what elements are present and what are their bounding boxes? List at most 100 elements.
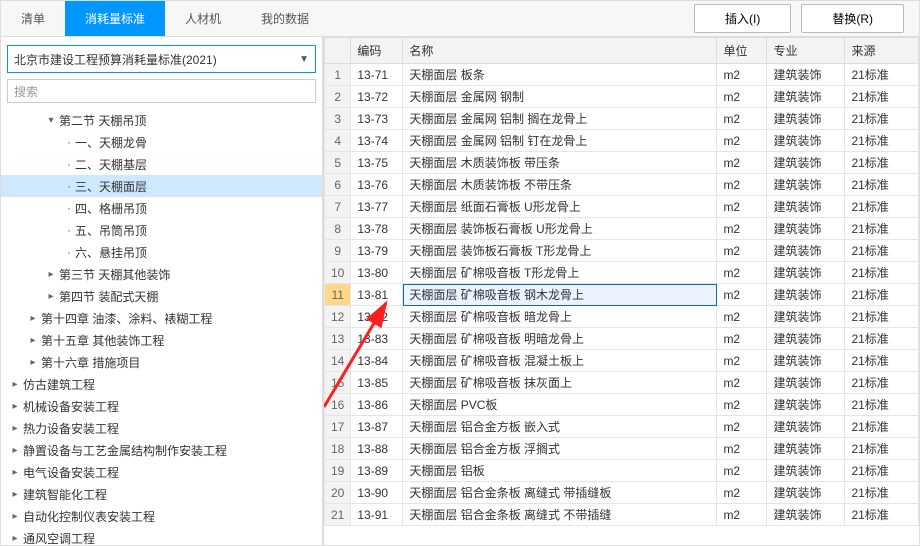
tree-node[interactable]: ▸通风空调工程 (1, 527, 322, 545)
code-cell[interactable]: 13-85 (351, 372, 403, 394)
col-major[interactable]: 专业 (767, 38, 845, 64)
code-cell[interactable]: 13-88 (351, 438, 403, 460)
expand-icon[interactable]: ▸ (27, 357, 39, 368)
tree-node[interactable]: ·一、天棚龙骨 (1, 131, 322, 153)
rownum-cell[interactable]: 2 (325, 86, 351, 108)
name-cell[interactable]: 天棚面层 矿棉吸音板 混凝土板上 (403, 350, 717, 372)
code-cell[interactable]: 13-76 (351, 174, 403, 196)
major-cell[interactable]: 建筑装饰 (767, 130, 845, 152)
code-cell[interactable]: 13-83 (351, 328, 403, 350)
code-cell[interactable]: 13-86 (351, 394, 403, 416)
major-cell[interactable]: 建筑装饰 (767, 372, 845, 394)
major-cell[interactable]: 建筑装饰 (767, 196, 845, 218)
source-cell[interactable]: 21标准 (845, 152, 919, 174)
tree-node[interactable]: ▸静置设备与工艺金属结构制作安装工程 (1, 439, 322, 461)
expand-icon[interactable]: ▸ (9, 445, 21, 456)
tree-node[interactable]: ▾第二节 天棚吊顶 (1, 109, 322, 131)
tree-node[interactable]: ▸电气设备安装工程 (1, 461, 322, 483)
code-cell[interactable]: 13-91 (351, 504, 403, 526)
tree-node[interactable]: ·六、悬挂吊顶 (1, 241, 322, 263)
source-cell[interactable]: 21标准 (845, 64, 919, 86)
expand-icon[interactable]: ▸ (9, 401, 21, 412)
source-cell[interactable]: 21标准 (845, 240, 919, 262)
name-cell[interactable]: 天棚面层 矿棉吸音板 明暗龙骨上 (403, 328, 717, 350)
rownum-cell[interactable]: 20 (325, 482, 351, 504)
unit-cell[interactable]: m2 (717, 108, 767, 130)
table-row[interactable]: 1013-80天棚面层 矿棉吸音板 T形龙骨上m2建筑装饰21标准 (325, 262, 919, 284)
table-row[interactable]: 713-77天棚面层 纸面石膏板 U形龙骨上m2建筑装饰21标准 (325, 196, 919, 218)
tab-消耗量标准[interactable]: 消耗量标准 (65, 1, 165, 36)
code-cell[interactable]: 13-84 (351, 350, 403, 372)
major-cell[interactable]: 建筑装饰 (767, 416, 845, 438)
code-cell[interactable]: 13-72 (351, 86, 403, 108)
name-cell[interactable]: 天棚面层 板条 (403, 64, 717, 86)
source-cell[interactable]: 21标准 (845, 86, 919, 108)
unit-cell[interactable]: m2 (717, 394, 767, 416)
major-cell[interactable]: 建筑装饰 (767, 328, 845, 350)
tree-node[interactable]: ·四、格栅吊顶 (1, 197, 322, 219)
name-cell[interactable]: 天棚面层 纸面石膏板 U形龙骨上 (403, 196, 717, 218)
name-cell[interactable]: 天棚面层 木质装饰板 不带压条 (403, 174, 717, 196)
major-cell[interactable]: 建筑装饰 (767, 482, 845, 504)
source-cell[interactable]: 21标准 (845, 416, 919, 438)
expand-icon[interactable]: ▸ (27, 335, 39, 346)
table-row[interactable]: 1413-84天棚面层 矿棉吸音板 混凝土板上m2建筑装饰21标准 (325, 350, 919, 372)
source-cell[interactable]: 21标准 (845, 218, 919, 240)
source-cell[interactable]: 21标准 (845, 108, 919, 130)
major-cell[interactable]: 建筑装饰 (767, 262, 845, 284)
unit-cell[interactable]: m2 (717, 64, 767, 86)
table-row[interactable]: 1613-86天棚面层 PVC板m2建筑装饰21标准 (325, 394, 919, 416)
rownum-cell[interactable]: 4 (325, 130, 351, 152)
expand-icon[interactable]: ▸ (9, 467, 21, 478)
unit-cell[interactable]: m2 (717, 130, 767, 152)
source-cell[interactable]: 21标准 (845, 482, 919, 504)
tab-人材机[interactable]: 人材机 (165, 1, 241, 36)
table-row[interactable]: 213-72天棚面层 金属网 钢制m2建筑装饰21标准 (325, 86, 919, 108)
tree-node[interactable]: ▸热力设备安装工程 (1, 417, 322, 439)
major-cell[interactable]: 建筑装饰 (767, 86, 845, 108)
code-cell[interactable]: 13-74 (351, 130, 403, 152)
source-cell[interactable]: 21标准 (845, 130, 919, 152)
search-input[interactable]: 搜索 (7, 79, 316, 103)
standard-combo[interactable]: 北京市建设工程预算消耗量标准(2021) ▼ (7, 45, 316, 73)
source-cell[interactable]: 21标准 (845, 262, 919, 284)
rownum-cell[interactable]: 9 (325, 240, 351, 262)
collapse-icon[interactable]: ▾ (45, 115, 57, 126)
code-cell[interactable]: 13-73 (351, 108, 403, 130)
major-cell[interactable]: 建筑装饰 (767, 438, 845, 460)
rownum-cell[interactable]: 15 (325, 372, 351, 394)
code-cell[interactable]: 13-71 (351, 64, 403, 86)
rownum-cell[interactable]: 5 (325, 152, 351, 174)
major-cell[interactable]: 建筑装饰 (767, 350, 845, 372)
name-cell[interactable]: 天棚面层 铝合金方板 浮搁式 (403, 438, 717, 460)
major-cell[interactable]: 建筑装饰 (767, 504, 845, 526)
source-cell[interactable]: 21标准 (845, 372, 919, 394)
major-cell[interactable]: 建筑装饰 (767, 306, 845, 328)
col-unit[interactable]: 单位 (717, 38, 767, 64)
expand-icon[interactable]: ▸ (9, 489, 21, 500)
unit-cell[interactable]: m2 (717, 174, 767, 196)
major-cell[interactable]: 建筑装饰 (767, 284, 845, 306)
table-row[interactable]: 1513-85天棚面层 矿棉吸音板 抹灰面上m2建筑装饰21标准 (325, 372, 919, 394)
source-cell[interactable]: 21标准 (845, 460, 919, 482)
tree-node[interactable]: ·二、天棚基层 (1, 153, 322, 175)
tree-node[interactable]: ▸第十六章 措施项目 (1, 351, 322, 373)
table-row[interactable]: 2113-91天棚面层 铝合金条板 离缝式 不带插缝m2建筑装饰21标准 (325, 504, 919, 526)
rownum-cell[interactable]: 19 (325, 460, 351, 482)
name-cell[interactable]: 天棚面层 矿棉吸音板 钢木龙骨上 (403, 284, 717, 306)
expand-icon[interactable]: ▸ (45, 291, 57, 302)
name-cell[interactable]: 天棚面层 铝合金方板 嵌入式 (403, 416, 717, 438)
tree-node[interactable]: ·五、吊筒吊顶 (1, 219, 322, 241)
name-cell[interactable]: 天棚面层 铝板 (403, 460, 717, 482)
major-cell[interactable]: 建筑装饰 (767, 240, 845, 262)
expand-icon[interactable]: ▸ (9, 511, 21, 522)
source-cell[interactable]: 21标准 (845, 196, 919, 218)
rownum-cell[interactable]: 21 (325, 504, 351, 526)
tab-清单[interactable]: 清单 (1, 1, 65, 36)
tree-node[interactable]: ▸机械设备安装工程 (1, 395, 322, 417)
expand-icon[interactable]: ▸ (9, 379, 21, 390)
col-rownum[interactable] (325, 38, 351, 64)
table-row[interactable]: 413-74天棚面层 金属网 铝制 钉在龙骨上m2建筑装饰21标准 (325, 130, 919, 152)
major-cell[interactable]: 建筑装饰 (767, 460, 845, 482)
rownum-cell[interactable]: 7 (325, 196, 351, 218)
